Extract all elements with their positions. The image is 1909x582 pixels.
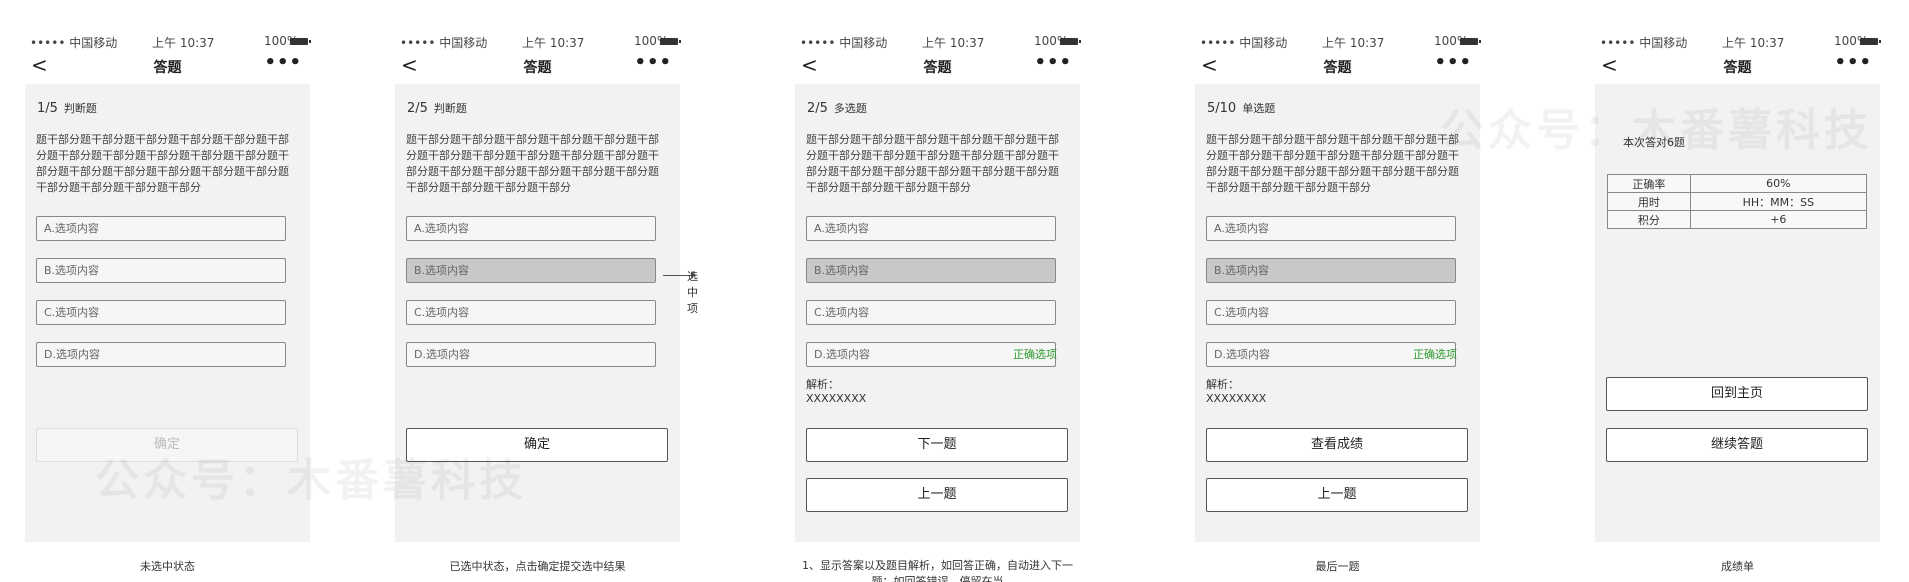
battery-icon	[1860, 38, 1881, 45]
screen-caption: 最后一题	[1315, 560, 1360, 573]
question-text: 题干部分题干部分题干部分题干部分题干部分题干部分题干部分题干部分题干部分题干部分…	[406, 133, 659, 194]
table-row: 用时 HH：MM：SS	[1607, 192, 1868, 211]
question-text: 题干部分题干部分题干部分题干部分题干部分题干部分题干部分题干部分题干部分题干部分…	[36, 133, 289, 194]
screen-caption: 已选中状态，点击确定提交选中结果	[449, 560, 626, 573]
status-time: 上午 10:37	[152, 36, 215, 50]
status-bar: ••••• 中国移动 上午 10:37 100%	[1200, 34, 1481, 50]
status-bar: ••••• 中国移动 上午 10:37 100%	[800, 34, 1081, 50]
table-row: 积分 +6	[1607, 210, 1868, 229]
view-score-button[interactable]: 查看成绩	[1206, 428, 1468, 462]
option-b[interactable]: B.选项内容	[36, 258, 286, 283]
status-time: 上午 10:37	[1722, 36, 1785, 50]
stat-value: 60%	[1689, 174, 1868, 193]
nav-bar: < 答题 •••	[1595, 52, 1880, 80]
status-time: 上午 10:37	[922, 36, 985, 50]
watermark: 公众号：木番薯科技	[1440, 105, 1872, 156]
analysis: 解析： XXXXXXXX	[806, 378, 866, 406]
analysis: 解析： XXXXXXXX	[1206, 378, 1266, 406]
nav-bar: < 答题 •••	[395, 52, 680, 80]
option-d[interactable]: D.选项内容	[36, 342, 286, 367]
stats-table: 正确率 60% 用时 HH：MM：SS 积分 +6	[1607, 174, 1868, 229]
nav-bar: < 答题 •••	[795, 52, 1080, 80]
nav-bar: < 答题 •••	[1195, 52, 1480, 80]
screen-caption: 1、显示答案以及题目解析，如回答正确，自动进入下一题；如回答错误，停留在当	[802, 559, 1073, 582]
analysis-content: XXXXXXXX	[1206, 392, 1267, 405]
screen-caption: 成绩单	[1721, 560, 1754, 573]
option-b-selected[interactable]: B.选项内容	[406, 258, 656, 283]
table-row: 正确率 60%	[1607, 174, 1868, 193]
status-time: 上午 10:37	[522, 36, 585, 50]
question-progress: 2/5	[807, 101, 828, 116]
stat-value: +6	[1689, 210, 1868, 229]
nav-bar: < 答题 •••	[25, 52, 310, 80]
prev-question-button[interactable]: 上一题	[1206, 478, 1468, 512]
question-type: 判断题	[63, 102, 97, 115]
screen-caption: 未选中状态	[140, 560, 195, 573]
question-header: 2/5 判断题	[407, 100, 467, 116]
watermark: 公众号：木番薯科技	[95, 455, 527, 506]
more-icon[interactable]: •••	[1434, 52, 1472, 73]
option-c[interactable]: C.选项内容	[36, 300, 286, 325]
stat-label: 用时	[1607, 192, 1691, 211]
carrier-text: ••••• 中国移动	[1600, 36, 1688, 50]
option-b-selected[interactable]: B.选项内容	[1206, 258, 1456, 283]
annotation-selected: 选中项	[687, 270, 698, 315]
status-bar: ••••• 中国移动 上午 10:37 100%	[1600, 34, 1881, 50]
screen-answer-shown: ••••• 中国移动 上午 10:37 100% < 答题 ••• 2/5 多选题…	[795, 0, 1081, 582]
option-d-label: D.选项内容	[1214, 348, 1270, 361]
question-header: 5/10 单选题	[1207, 100, 1275, 116]
question-text: 题干部分题干部分题干部分题干部分题干部分题干部分题干部分题干部分题干部分题干部分…	[1206, 133, 1459, 194]
more-icon[interactable]: •••	[634, 52, 672, 73]
stat-value: HH：MM：SS	[1689, 192, 1868, 211]
stat-label: 积分	[1607, 210, 1691, 229]
screen-last-question: ••••• 中国移动 上午 10:37 100% < 答题 ••• 5/10 单选…	[1195, 0, 1481, 582]
prev-question-button[interactable]: 上一题	[806, 478, 1068, 512]
back-home-button[interactable]: 回到主页	[1606, 377, 1868, 411]
question-header: 2/5 多选题	[807, 100, 867, 116]
battery-icon	[1060, 38, 1081, 45]
battery-icon	[660, 38, 681, 45]
option-a[interactable]: A.选项内容	[806, 216, 1056, 241]
question-type: 单选题	[1242, 102, 1276, 115]
carrier-text: ••••• 中国移动	[1200, 36, 1288, 50]
analysis-label: 解析：	[806, 378, 839, 391]
next-question-button[interactable]: 下一题	[806, 428, 1068, 462]
question-type: 多选题	[833, 102, 867, 115]
option-a[interactable]: A.选项内容	[36, 216, 286, 241]
continue-answering-button[interactable]: 继续答题	[1606, 428, 1868, 462]
battery-icon	[1460, 38, 1481, 45]
question-progress: 1/5	[37, 101, 58, 116]
question-header: 1/5 判断题	[37, 100, 97, 116]
question-text: 题干部分题干部分题干部分题干部分题干部分题干部分题干部分题干部分题干部分题干部分…	[806, 133, 1059, 194]
option-c[interactable]: C.选项内容	[806, 300, 1056, 325]
question-type: 判断题	[433, 102, 467, 115]
status-bar: ••••• 中国移动 上午 10:37 100%	[30, 34, 311, 50]
option-b-selected[interactable]: B.选项内容	[806, 258, 1056, 283]
more-icon[interactable]: •••	[1834, 52, 1872, 73]
status-bar: ••••• 中国移动 上午 10:37 100%	[400, 34, 681, 50]
option-d[interactable]: D.选项内容 正确选项	[1206, 342, 1457, 367]
battery-icon	[290, 38, 311, 45]
question-progress: 5/10	[1207, 101, 1237, 116]
analysis-label: 解析：	[1206, 378, 1239, 391]
option-c[interactable]: C.选项内容	[406, 300, 656, 325]
carrier-text: ••••• 中国移动	[30, 36, 118, 50]
status-time: 上午 10:37	[1322, 36, 1385, 50]
option-a[interactable]: A.选项内容	[406, 216, 656, 241]
option-c[interactable]: C.选项内容	[1206, 300, 1456, 325]
option-a[interactable]: A.选项内容	[1206, 216, 1456, 241]
analysis-content: XXXXXXXX	[806, 392, 867, 405]
question-progress: 2/5	[407, 101, 428, 116]
option-d-label: D.选项内容	[814, 348, 870, 361]
correct-option-label: 正确选项	[1413, 348, 1457, 361]
screen-score-report: ••••• 中国移动 上午 10:37 100% < 答题 ••• 本次答对6题…	[1595, 0, 1881, 582]
option-d[interactable]: D.选项内容 正确选项	[806, 342, 1057, 367]
more-icon[interactable]: •••	[264, 52, 302, 73]
correct-option-label: 正确选项	[1013, 348, 1057, 361]
more-icon[interactable]: •••	[1034, 52, 1072, 73]
stat-label: 正确率	[1607, 174, 1691, 193]
option-d[interactable]: D.选项内容	[406, 342, 656, 367]
carrier-text: ••••• 中国移动	[800, 36, 888, 50]
carrier-text: ••••• 中国移动	[400, 36, 488, 50]
